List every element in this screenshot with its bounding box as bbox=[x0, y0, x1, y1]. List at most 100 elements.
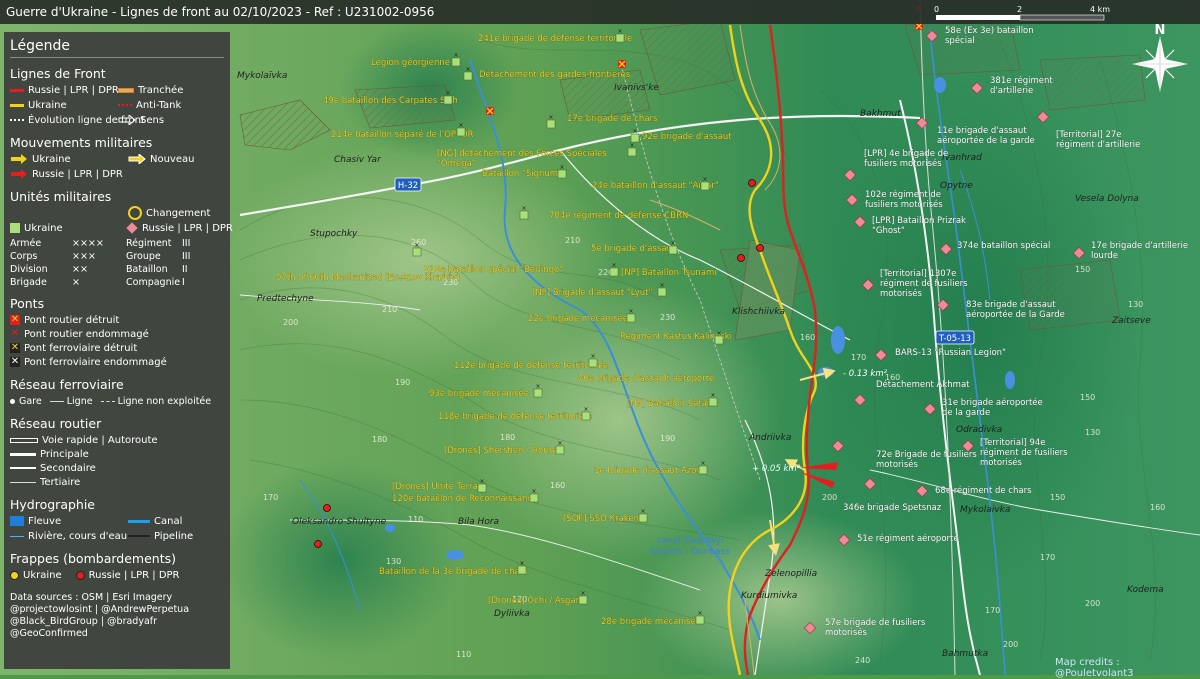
ukraine-unit[interactable]: 80e brigade d'assault aéroporté bbox=[578, 373, 715, 384]
ukraine-unit-label: 214e bataillon séparé de l'OPFOR bbox=[331, 129, 474, 140]
ukraine-unit-label: 24e bataillon d'assaut "Aïdar" bbox=[592, 181, 719, 191]
legend-item: Rivière, cours d'eau bbox=[28, 530, 128, 542]
unit-size-name: Groupe bbox=[126, 251, 161, 262]
unit-size-mark: × bbox=[445, 90, 450, 97]
canal-label: Donets - Donbass bbox=[650, 547, 730, 557]
russia-unit-label: motorisés bbox=[980, 457, 1023, 468]
elevation-label: 180 bbox=[372, 435, 387, 444]
road-shield-label: T-05-13 bbox=[938, 334, 971, 344]
place-label: Chasiv Yar bbox=[334, 155, 382, 165]
unit-size-mark: × bbox=[535, 383, 540, 390]
legend-item: Voie rapide | Autoroute bbox=[42, 434, 158, 446]
ukraine-unit-marker bbox=[708, 397, 718, 407]
ukraine-unit-label: 28e brigade mécanisée bbox=[601, 616, 701, 627]
elevation-label: 130 bbox=[1085, 428, 1100, 437]
unit-size-symbol: I bbox=[182, 277, 185, 288]
elevation-label: 160 bbox=[800, 333, 815, 342]
ukraine-unit-marker bbox=[578, 595, 588, 605]
scale-label: 2 bbox=[1017, 5, 1022, 14]
russia-strike-dot bbox=[756, 244, 764, 252]
elevation-label: 200 bbox=[1085, 599, 1100, 608]
ukraine-unit-label: 704e régiment de défense CBRN bbox=[549, 210, 688, 221]
russia-unit-label: 102e régiment de bbox=[865, 189, 941, 200]
ukraine-unit-marker bbox=[546, 119, 556, 129]
ukraine-unit[interactable]: 97th of 60th Mechanized (Ex-Azov Kharkiv… bbox=[276, 273, 460, 283]
unit-size-name: Bataillon bbox=[126, 264, 168, 275]
place-label: Dyliivka bbox=[494, 609, 530, 619]
legend-section-strikes: Frappes (bombardements) bbox=[10, 551, 176, 566]
russia-unit-label: [Territorial] 1307e bbox=[880, 269, 956, 279]
area-change-label: + 0.05 km² bbox=[752, 464, 801, 474]
ukraine-unit[interactable]: Régiment Kastus Kalinoski× bbox=[620, 330, 732, 345]
place-label: Ivanivs'ke bbox=[614, 83, 659, 93]
unit-size-name: Division bbox=[10, 264, 48, 275]
legend-section-moves: Mouvements militaires bbox=[10, 135, 153, 150]
legend-item: Russie | LPR | DPR bbox=[32, 168, 123, 180]
russia-strike-dot bbox=[323, 504, 331, 512]
russia-unit-label: spécial bbox=[945, 35, 975, 46]
rail-line-swatch bbox=[49, 400, 64, 402]
unit-size-symbol: ××× bbox=[72, 251, 96, 262]
road-shield-t0513[interactable]: T-05-13 bbox=[935, 330, 975, 345]
trench-swatch bbox=[118, 87, 134, 93]
place-label: Vesela Dolyna bbox=[1075, 194, 1139, 204]
legend-item: Russie | LPR | DPR bbox=[88, 569, 180, 581]
russia-strike-dot bbox=[314, 540, 322, 548]
place-label: Bakhmut bbox=[860, 109, 901, 119]
russia-unit-label: 57e brigade de fusiliers bbox=[825, 618, 926, 628]
elevation-label: 150 bbox=[1080, 393, 1095, 402]
ukraine-unit-label: [NP] Bataillon Tsunami bbox=[621, 268, 717, 278]
legend-item: Pont ferroviaire détruit bbox=[24, 342, 138, 354]
russia-unit-label: régiment d'artillerie bbox=[1056, 139, 1140, 150]
ukraine-unit-label: [NG] détachement des Forces Spéciales bbox=[437, 148, 607, 159]
unit-size-name: Brigade bbox=[10, 277, 47, 288]
russia-unit-diamond-icon bbox=[126, 222, 138, 234]
rail-bridge-destroyed-icon: ✕ bbox=[10, 342, 20, 353]
ukraine-unit-label: 112e brigade de défense territoriale bbox=[454, 360, 608, 371]
legend-item: Ukraine bbox=[24, 222, 63, 234]
legend-item: Pipeline bbox=[154, 530, 194, 542]
russia-strike-dot bbox=[737, 254, 745, 262]
legend-item: Sens bbox=[140, 114, 165, 126]
place-label: Bila Hora bbox=[458, 517, 499, 527]
russia-unit-label: 381e régiment bbox=[990, 75, 1053, 86]
ukraine-unit-marker bbox=[700, 181, 710, 191]
unit-size-symbol: III bbox=[182, 251, 191, 262]
legend-heading: Légende bbox=[10, 38, 224, 58]
russia-unit-label: aéroportée de la Garde bbox=[966, 309, 1065, 320]
compass-rose: N bbox=[1130, 20, 1190, 104]
legend-section-front: Lignes de Front bbox=[10, 66, 106, 81]
ukraine-unit-marker bbox=[588, 358, 598, 368]
russia-unit[interactable]: 51e régiment aéroporté bbox=[837, 533, 959, 547]
legend-item: Secondaire bbox=[40, 462, 96, 474]
elevation-label: 200 bbox=[283, 318, 298, 327]
ukraine-unit-marker bbox=[443, 95, 453, 105]
legend-item: Anti-Tank bbox=[136, 99, 182, 111]
ukraine-line-swatch bbox=[10, 103, 24, 107]
russia-unit-label: 68e régiment de chars bbox=[935, 485, 1032, 496]
russia-unit-label: 31e brigade aéroportée bbox=[942, 397, 1043, 408]
place-label: Opytne bbox=[940, 181, 973, 191]
elevation-label: 170 bbox=[985, 606, 1000, 615]
ukraine-unit-marker bbox=[626, 313, 636, 323]
legend-item: Nouveau bbox=[150, 153, 195, 165]
ukraine-unit-marker bbox=[615, 33, 625, 43]
unit-size-mark: × bbox=[710, 392, 715, 399]
canal-label: canal Siverskyi bbox=[656, 536, 723, 546]
ukraine-unit-marker bbox=[555, 445, 565, 455]
place-label: Oleksandro-Shultyne bbox=[292, 517, 387, 527]
russia-unit-label: motorisés bbox=[880, 288, 923, 299]
unit-size-mark: × bbox=[716, 330, 721, 337]
ukraine-unit-marker bbox=[627, 147, 637, 157]
unit-size-mark: × bbox=[465, 66, 470, 73]
change-circle-icon bbox=[128, 206, 142, 220]
anti-tank-swatch bbox=[118, 104, 132, 106]
russia-unit-label: [Territorial] 94e bbox=[980, 438, 1046, 448]
russia-unit-label: motorisés bbox=[825, 627, 868, 638]
ukraine-move-arrow-icon bbox=[10, 154, 28, 164]
russia-unit-label: 72e Brigade de fusiliers bbox=[876, 450, 977, 460]
place-label: Mykolaivka bbox=[960, 505, 1010, 515]
road-shield-h32[interactable]: H-32 bbox=[394, 177, 422, 192]
ukraine-unit-marker bbox=[668, 245, 678, 255]
place-label: Bahmutka bbox=[942, 649, 988, 659]
